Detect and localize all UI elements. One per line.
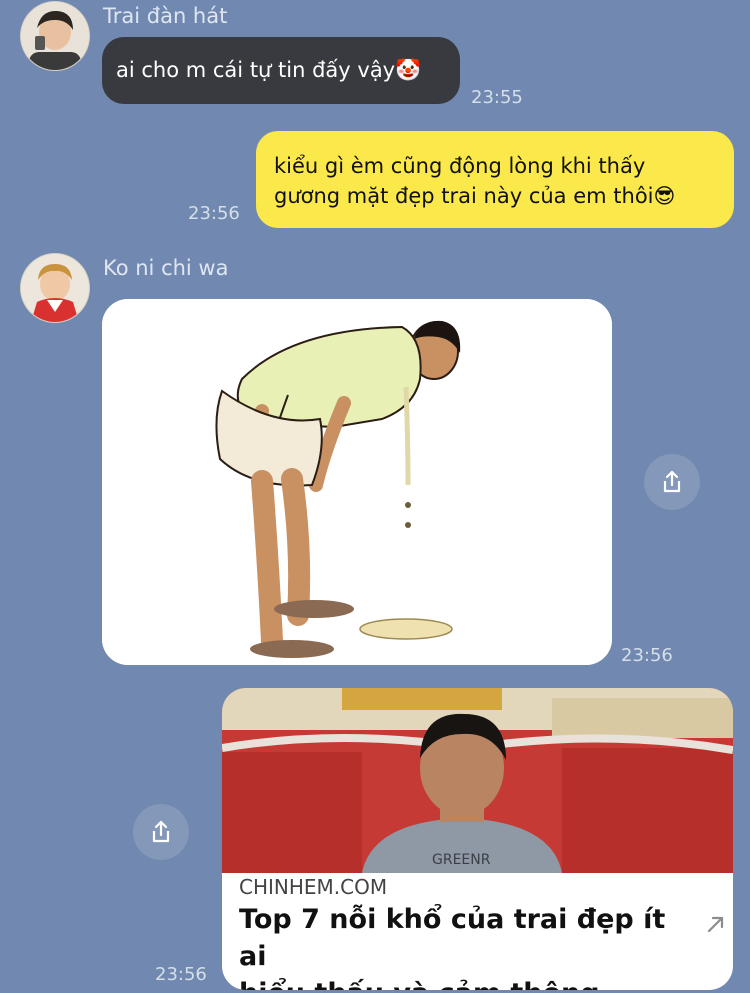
link-preview-card[interactable]: GREENR CHINHEM.COM Top 7 nỗi khổ của tra… <box>222 688 733 990</box>
message-bubble-outgoing[interactable]: kiểu gì èm cũng động lòng khi thấy gương… <box>256 131 734 228</box>
link-domain: CHINHEM.COM <box>239 875 388 899</box>
share-icon <box>663 470 681 493</box>
message-time: 23:56 <box>188 203 240 224</box>
message-bubble-incoming[interactable]: ai cho m cái tự tin đấy vậy🤡 <box>102 37 460 104</box>
avatar-image <box>21 254 89 322</box>
external-link-arrow-icon[interactable] <box>704 912 728 940</box>
message-time: 23:55 <box>471 87 523 108</box>
link-title-line-2: hiểu thấu và cảm thông <box>239 975 679 990</box>
link-title: Top 7 nỗi khổ của trai đẹp ít ai hiểu th… <box>239 901 679 990</box>
sender-name: Ko ni chi wa <box>103 256 229 280</box>
message-text-line-1: kiểu gì èm cũng động lòng khi thấy <box>274 154 646 178</box>
avatar-trai-dan-hat[interactable] <box>20 1 90 71</box>
message-text-line-2: gương mặt đẹp trai này của em thôi😎 <box>274 184 676 208</box>
avatar-image <box>21 2 89 70</box>
share-button[interactable] <box>644 454 700 510</box>
boy-photo: GREENR <box>222 688 733 873</box>
image-message[interactable] <box>102 299 612 665</box>
share-icon <box>152 820 170 843</box>
message-text: ai cho m cái tự tin đấy vậy🤡 <box>116 58 422 82</box>
avatar-ko-ni-chi-wa[interactable] <box>20 253 90 323</box>
message-time: 23:56 <box>155 964 207 985</box>
vomiting-man-illustration <box>102 299 612 665</box>
link-preview-image: GREENR <box>222 688 733 873</box>
message-time: 23:56 <box>621 645 673 666</box>
share-button[interactable] <box>133 804 189 860</box>
shirt-text: GREENR <box>432 852 491 868</box>
link-title-line-1: Top 7 nỗi khổ của trai đẹp ít ai <box>239 904 666 972</box>
sender-name: Trai đàn hát <box>103 4 228 28</box>
